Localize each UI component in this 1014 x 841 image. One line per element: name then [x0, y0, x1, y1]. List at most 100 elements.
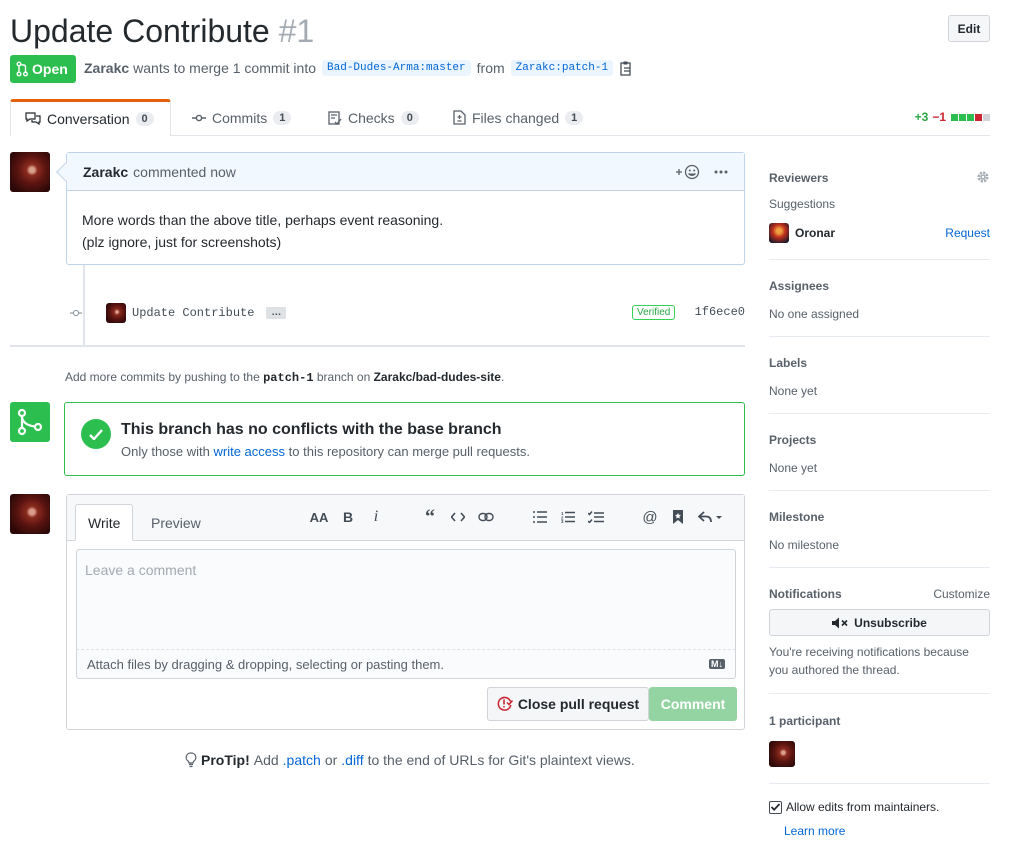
- header-text-icon[interactable]: AA: [310, 507, 329, 527]
- diffstat-bar: [950, 110, 990, 124]
- unsubscribe-button[interactable]: Unsubscribe: [769, 609, 990, 636]
- comment-textarea[interactable]: Leave a comment: [76, 549, 736, 649]
- link-icon[interactable]: [478, 507, 494, 527]
- commit-author-avatar[interactable]: [106, 303, 126, 323]
- request-review-link[interactable]: Request: [945, 226, 990, 240]
- comment-meta[interactable]: commented now: [133, 164, 236, 180]
- close-pull-request-button[interactable]: Close pull request: [487, 687, 649, 721]
- file-diff-icon: [453, 110, 466, 125]
- suggested-reviewer[interactable]: Oronar: [795, 226, 835, 240]
- tab-preview[interactable]: Preview: [139, 504, 213, 541]
- checklist-icon: [328, 110, 342, 125]
- tab-label: Conversation: [47, 111, 130, 127]
- learn-more-link[interactable]: Learn more: [784, 824, 845, 838]
- mute-icon: [832, 617, 848, 628]
- diff-link[interactable]: .diff: [341, 752, 363, 768]
- timeline-divider: [10, 345, 745, 347]
- patch-link[interactable]: .patch: [283, 752, 321, 768]
- clipboard-icon[interactable]: [619, 60, 633, 76]
- base-branch[interactable]: Bad-Dudes-Arma:master: [322, 60, 471, 76]
- pr-author-link[interactable]: Zarakc: [84, 60, 129, 76]
- markdown-icon[interactable]: M↓: [709, 659, 725, 669]
- edit-title-button[interactable]: Edit: [948, 15, 990, 42]
- comment-button[interactable]: Comment: [649, 687, 737, 721]
- task-list-icon[interactable]: [588, 507, 604, 527]
- protip-label: ProTip!: [201, 752, 250, 768]
- suggestions-label: Suggestions: [769, 197, 836, 211]
- ordered-list-icon[interactable]: 123: [560, 507, 576, 527]
- diffstat[interactable]: +3 −1: [915, 110, 990, 124]
- sidebar-labels: Labels None yet: [769, 337, 990, 414]
- hint-text: branch on: [316, 370, 371, 384]
- projects-heading[interactable]: Projects: [769, 433, 990, 447]
- file-attach-bar[interactable]: Attach files by dragging & dropping, sel…: [76, 649, 736, 679]
- avatar[interactable]: [10, 152, 50, 192]
- repo-link[interactable]: Zarakc/bad-dudes-site: [374, 370, 501, 384]
- assignees-heading[interactable]: Assignees: [769, 279, 990, 293]
- reviewers-heading[interactable]: Reviewers: [769, 171, 990, 185]
- pr-tabs: Conversation 0 Commits 1 Checks 0 Files …: [10, 99, 990, 137]
- button-label: Unsubscribe: [854, 615, 927, 630]
- mention-icon[interactable]: @: [642, 507, 658, 527]
- merge-subtext: Only those with write access to this rep…: [121, 444, 530, 459]
- add-reaction-icon[interactable]: [676, 164, 700, 180]
- bookmark-icon[interactable]: [670, 507, 686, 527]
- commit-row: Update Contribute … Verified 1f6ece0: [70, 300, 745, 326]
- italic-icon[interactable]: i: [368, 507, 384, 527]
- reply-icon[interactable]: [698, 507, 724, 527]
- tab-counter: 1: [565, 110, 584, 125]
- avatar[interactable]: [10, 494, 50, 534]
- assignees-value: No one assigned: [769, 307, 860, 321]
- allow-edits-label[interactable]: Allow edits from maintainers.: [786, 800, 939, 814]
- commit-message[interactable]: Update Contribute: [132, 306, 254, 320]
- hint-text: Add more commits by pushing to the: [65, 370, 260, 384]
- participant-avatar[interactable]: [769, 741, 795, 767]
- tab-label: Checks: [348, 109, 395, 126]
- comment-body-line: (plz ignore, just for screenshots): [82, 234, 282, 250]
- kebab-horizontal-icon[interactable]: [714, 170, 728, 174]
- allow-edits-checkbox[interactable]: [769, 800, 782, 814]
- svg-text:3: 3: [561, 519, 564, 523]
- notification-reason: You're receiving notifications because y…: [769, 645, 969, 677]
- reviewer-avatar[interactable]: [769, 223, 789, 243]
- merge-sub-text: Only those with: [121, 444, 210, 459]
- composer-header: Write Preview AA B i “ 123 @: [67, 495, 744, 541]
- issue-closed-icon: [497, 696, 513, 711]
- tab-write[interactable]: Write: [75, 504, 134, 541]
- merge-status-box: This branch has no conflicts with the ba…: [64, 402, 745, 476]
- unordered-list-icon[interactable]: [532, 507, 548, 527]
- tab-label: Commits: [212, 109, 268, 126]
- expand-commit-button[interactable]: …: [266, 307, 287, 319]
- verified-badge[interactable]: Verified: [632, 305, 676, 320]
- write-access-link[interactable]: write access: [214, 444, 286, 459]
- sidebar-reviewers: Reviewers Suggestions Oronar Request: [769, 160, 990, 260]
- tab-checks[interactable]: Checks 0: [314, 99, 433, 136]
- tab-label: Files changed: [472, 109, 560, 126]
- sidebar-assignees: Assignees No one assigned: [769, 260, 990, 337]
- milestone-heading[interactable]: Milestone: [769, 510, 990, 524]
- tab-counter: 1: [273, 110, 292, 125]
- check-icon: [81, 419, 111, 449]
- customize-link[interactable]: Customize: [933, 587, 990, 601]
- code-icon[interactable]: [450, 507, 466, 527]
- sidebar-participants: 1 participant: [769, 694, 990, 784]
- commit-sha[interactable]: 1f6ece0: [695, 305, 745, 319]
- labels-value: None yet: [769, 384, 818, 398]
- comment-body-line: More words than the above title, perhaps…: [82, 212, 444, 228]
- comment-body: More words than the above title, perhaps…: [67, 191, 744, 271]
- tab-commits[interactable]: Commits 1: [178, 99, 305, 136]
- merge-heading: This branch has no conflicts with the ba…: [121, 421, 502, 438]
- button-label: Close pull request: [517, 696, 640, 712]
- head-branch[interactable]: Zarakc:patch-1: [510, 60, 614, 76]
- participants-heading: 1 participant: [769, 714, 841, 728]
- labels-heading[interactable]: Labels: [769, 356, 990, 370]
- attach-text: Attach files by dragging & dropping, sel…: [87, 656, 444, 672]
- tab-conversation[interactable]: Conversation 0: [10, 99, 171, 137]
- gear-icon[interactable]: [976, 170, 990, 184]
- bold-icon[interactable]: B: [340, 507, 356, 527]
- from-text: from: [476, 60, 505, 76]
- merge-text: wants to merge 1 commit into: [133, 60, 317, 76]
- tab-files-changed[interactable]: Files changed 1: [439, 99, 597, 136]
- comment-author[interactable]: Zarakc: [83, 164, 128, 180]
- quote-icon[interactable]: “: [422, 506, 438, 528]
